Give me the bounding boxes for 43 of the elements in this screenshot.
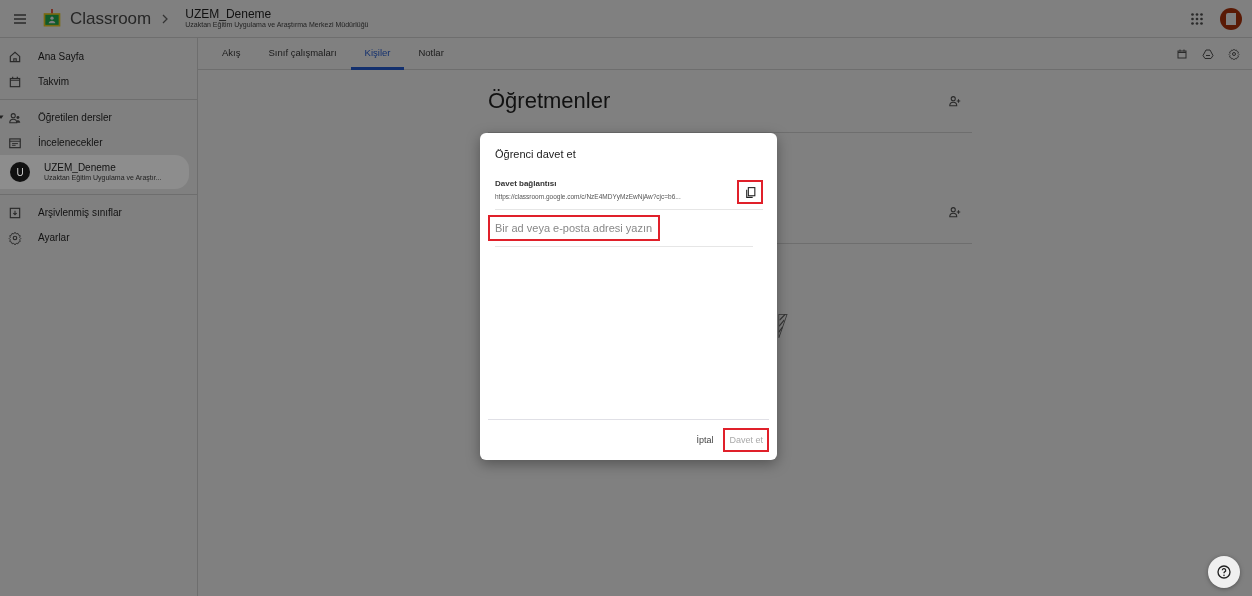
classroom-logo-icon[interactable] (42, 8, 62, 29)
nav-label: Öğretilen dersler (38, 112, 112, 123)
tab[interactable]: Akış (208, 38, 255, 70)
cancel-button[interactable]: İptal (692, 431, 718, 449)
tab[interactable]: Sınıf çalışmaları (254, 38, 351, 70)
nav-item[interactable]: Takvim (0, 69, 189, 94)
people-icon (8, 110, 22, 125)
nav-label: İncelenecekler (38, 137, 103, 148)
nav-label: Takvim (38, 76, 70, 87)
help-icon (1216, 564, 1232, 580)
archive-icon (8, 205, 22, 220)
add-person-icon[interactable] (948, 205, 962, 219)
folder-icon (8, 135, 22, 150)
tab[interactable]: Notlar (404, 38, 458, 70)
help-button[interactable] (1208, 556, 1240, 588)
add-person-icon[interactable] (948, 94, 962, 108)
calendar-icon (8, 74, 22, 89)
drive-icon[interactable] (1202, 47, 1214, 60)
nav-item[interactable]: Ayarlar (0, 225, 189, 250)
account-avatar[interactable] (1220, 7, 1242, 30)
app-name[interactable]: Classroom (70, 8, 152, 29)
class-name: UZEM_Deneme (44, 161, 117, 174)
nav-item[interactable]: Öğretilen dersler (0, 105, 189, 130)
nav-label: Arşivlenmiş sınıflar (38, 207, 122, 218)
calendar-icon[interactable] (1176, 47, 1188, 60)
home-icon (8, 49, 22, 64)
settings-icon (8, 230, 22, 245)
copy-button[interactable] (737, 180, 763, 204)
tab[interactable]: Kişiler (350, 38, 405, 70)
dialog-title: Öğrenci davet et (495, 148, 577, 160)
nav-item[interactable]: Ana Sayfa (0, 44, 189, 69)
nav-label: Ana Sayfa (38, 51, 85, 62)
hatched-illustration-drawing (778, 314, 788, 338)
class-name[interactable]: UZEM_Deneme (185, 7, 369, 22)
copy-icon (743, 185, 757, 199)
link-label: Davet bağlantısı (495, 179, 558, 188)
nav-item[interactable]: İncelenecekler (0, 130, 189, 155)
nav-label: Ayarlar (38, 232, 70, 243)
email-input-field[interactable]: Bir ad veya e-posta adresi yazın (488, 215, 660, 241)
section-title: Öğretmenler (488, 88, 611, 114)
class-avatar: U (10, 162, 30, 182)
settings-icon[interactable] (1228, 47, 1240, 60)
nav-item[interactable]: Arşivlenmiş sınıflar (0, 200, 189, 225)
